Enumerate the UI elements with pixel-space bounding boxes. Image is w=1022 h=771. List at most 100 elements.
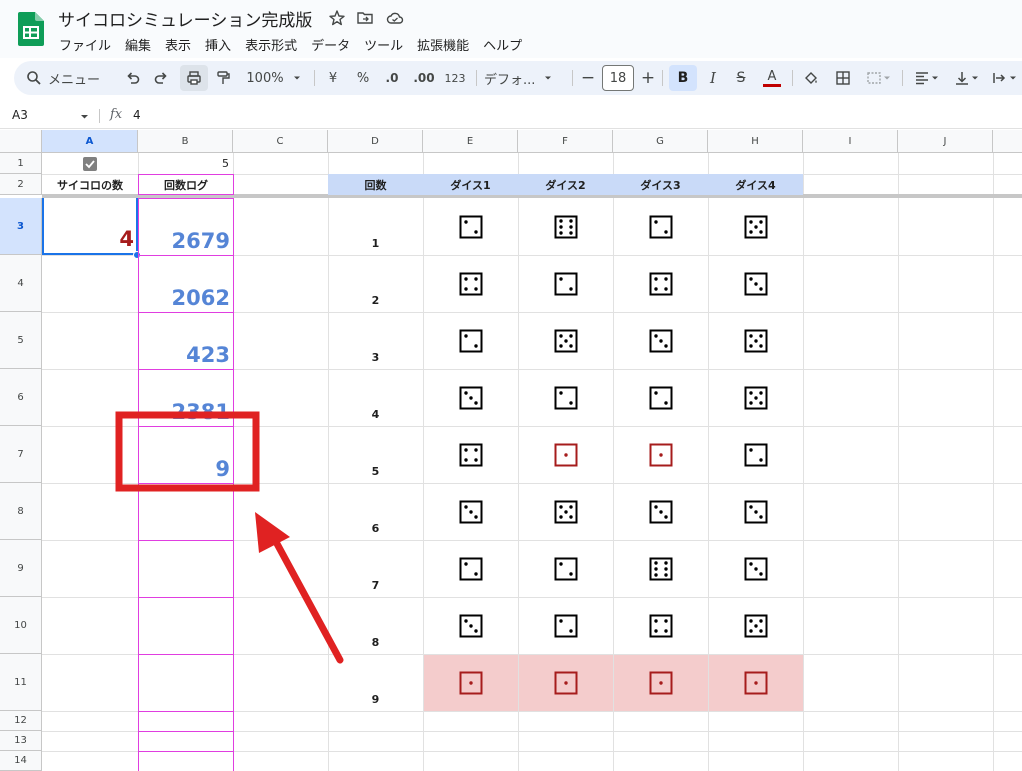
- row-header-2[interactable]: 2: [0, 174, 42, 195]
- menu-search-button[interactable]: メニュー: [26, 65, 118, 91]
- dice-count-value[interactable]: 4: [42, 198, 138, 255]
- die-cell[interactable]: [613, 483, 708, 540]
- column-header-k[interactable]: [993, 130, 1022, 153]
- row-header-3[interactable]: 3: [0, 198, 42, 255]
- fill-color-button[interactable]: [800, 65, 822, 91]
- column-header-e[interactable]: E: [423, 130, 518, 153]
- die-cell[interactable]: [708, 369, 803, 426]
- roll-log-cell[interactable]: 2381: [138, 369, 234, 427]
- die-cell[interactable]: [518, 483, 613, 540]
- strikethrough-button[interactable]: S: [730, 65, 752, 91]
- column-header-d[interactable]: D: [328, 130, 423, 153]
- die-cell[interactable]: [423, 198, 518, 255]
- die-cell[interactable]: [518, 654, 613, 711]
- menu-view[interactable]: 表示: [158, 33, 198, 56]
- vertical-align-button[interactable]: [950, 65, 984, 91]
- die-cell[interactable]: [708, 654, 803, 711]
- cloud-saved-icon[interactable]: [386, 9, 404, 27]
- percent-format-button[interactable]: %: [352, 65, 374, 91]
- menu-data[interactable]: データ: [304, 33, 357, 56]
- roll-log-header[interactable]: 回数ログ: [138, 174, 234, 195]
- merge-cells-button[interactable]: [862, 65, 896, 91]
- roll-log-cell-empty[interactable]: [138, 751, 234, 771]
- cell-a1-checkbox[interactable]: [42, 153, 138, 174]
- die-cell[interactable]: [423, 483, 518, 540]
- die-cell[interactable]: [613, 540, 708, 597]
- die-cell[interactable]: [518, 312, 613, 369]
- dice-2-header[interactable]: ダイス2: [518, 174, 613, 195]
- roll-number[interactable]: 5: [328, 426, 423, 483]
- row-header-5[interactable]: 5: [0, 312, 42, 369]
- die-cell[interactable]: [613, 654, 708, 711]
- spreadsheet-grid[interactable]: A B C D E F G H I J 1 2 3 4 5 6 7 8 9 10…: [0, 130, 1022, 771]
- currency-format-button[interactable]: ¥: [322, 65, 344, 91]
- bold-button[interactable]: B: [669, 65, 697, 91]
- menu-tools[interactable]: ツール: [357, 33, 410, 56]
- roll-log-cell-empty[interactable]: [138, 654, 234, 712]
- row-header-1[interactable]: 1: [0, 153, 42, 174]
- menu-edit[interactable]: 編集: [118, 33, 158, 56]
- text-color-button[interactable]: A: [760, 65, 784, 91]
- roll-number-header[interactable]: 回数: [328, 174, 423, 195]
- die-cell[interactable]: [708, 426, 803, 483]
- row-header-11[interactable]: 11: [0, 654, 42, 711]
- paint-format-button[interactable]: [212, 65, 234, 91]
- roll-number[interactable]: 1: [328, 198, 423, 255]
- row-header-9[interactable]: 9: [0, 540, 42, 597]
- dice-3-header[interactable]: ダイス3: [613, 174, 708, 195]
- die-cell[interactable]: [423, 654, 518, 711]
- column-header-b[interactable]: B: [138, 130, 233, 153]
- column-header-h[interactable]: H: [708, 130, 803, 153]
- column-header-i[interactable]: I: [803, 130, 898, 153]
- redo-button[interactable]: [150, 65, 172, 91]
- undo-button[interactable]: [122, 65, 144, 91]
- name-box[interactable]: A3: [12, 108, 28, 122]
- roll-log-cell[interactable]: 423: [138, 312, 234, 370]
- die-cell[interactable]: [708, 312, 803, 369]
- horizontal-align-button[interactable]: [910, 65, 944, 91]
- roll-number[interactable]: 3: [328, 312, 423, 369]
- move-folder-icon[interactable]: [356, 9, 374, 27]
- die-cell[interactable]: [708, 597, 803, 654]
- row-header-14[interactable]: 14: [0, 751, 42, 771]
- more-formats-button[interactable]: 123: [442, 65, 468, 91]
- document-title[interactable]: サイコロシミュレーション完成版: [58, 6, 312, 31]
- die-cell[interactable]: [423, 369, 518, 426]
- menu-extensions[interactable]: 拡張機能: [410, 33, 476, 56]
- roll-number[interactable]: 9: [328, 654, 423, 711]
- die-cell[interactable]: [708, 198, 803, 255]
- column-header-f[interactable]: F: [518, 130, 613, 153]
- increase-decimal-button[interactable]: .00: [410, 65, 438, 91]
- borders-button[interactable]: [832, 65, 854, 91]
- die-cell[interactable]: [423, 255, 518, 312]
- roll-log-cell[interactable]: 2062: [138, 255, 234, 313]
- row-header-4[interactable]: 4: [0, 255, 42, 312]
- row-header-12[interactable]: 12: [0, 711, 42, 731]
- menu-file[interactable]: ファイル: [52, 33, 118, 56]
- row-header-6[interactable]: 6: [0, 369, 42, 426]
- menu-format[interactable]: 表示形式: [238, 33, 304, 56]
- column-header-a[interactable]: A: [42, 130, 138, 153]
- die-cell[interactable]: [708, 255, 803, 312]
- menu-help[interactable]: ヘルプ: [476, 33, 529, 56]
- roll-log-cell-empty[interactable]: [138, 731, 234, 752]
- die-cell[interactable]: [518, 369, 613, 426]
- roll-number[interactable]: 7: [328, 540, 423, 597]
- die-cell[interactable]: [518, 198, 613, 255]
- star-icon[interactable]: [328, 9, 346, 27]
- roll-number[interactable]: 8: [328, 597, 423, 654]
- cell-b1[interactable]: 5: [138, 153, 233, 174]
- column-header-c[interactable]: C: [233, 130, 328, 153]
- die-cell[interactable]: [613, 312, 708, 369]
- column-header-j[interactable]: J: [898, 130, 993, 153]
- die-cell[interactable]: [423, 426, 518, 483]
- dice-1-header[interactable]: ダイス1: [423, 174, 518, 195]
- roll-log-cell[interactable]: 9: [138, 426, 234, 484]
- decrease-font-size-button[interactable]: −: [580, 65, 596, 91]
- row-header-13[interactable]: 13: [0, 731, 42, 751]
- die-cell[interactable]: [518, 426, 613, 483]
- font-size-input[interactable]: 18: [602, 65, 634, 91]
- zoom-select[interactable]: 100%: [242, 65, 306, 91]
- die-cell[interactable]: [613, 426, 708, 483]
- print-button[interactable]: [180, 65, 208, 91]
